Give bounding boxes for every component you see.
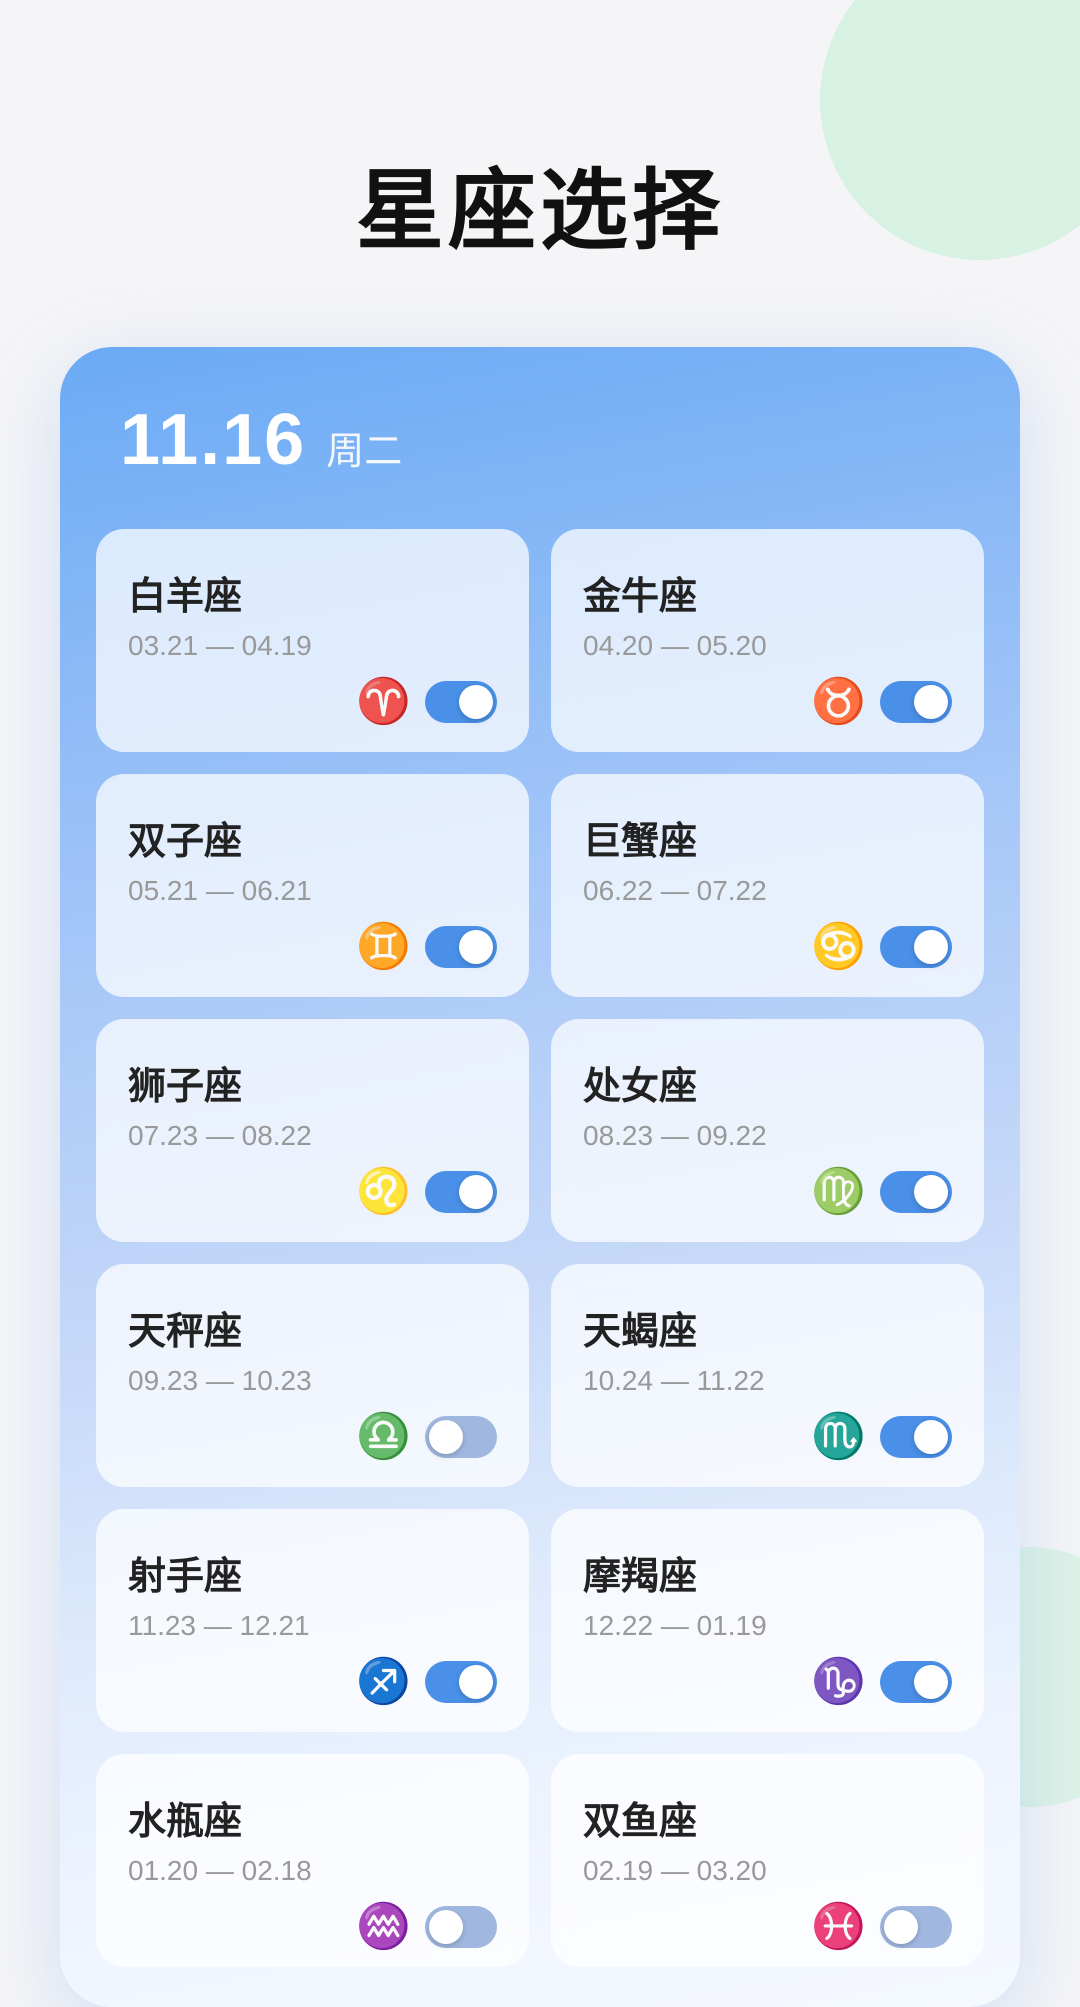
zodiac-dates-pisces: 02.19 — 03.20 <box>583 1855 952 1887</box>
zodiac-symbol-taurus: ♉ <box>811 680 866 724</box>
zodiac-name-scorpio: 天蝎座 <box>583 1300 952 1355</box>
zodiac-dates-virgo: 08.23 — 09.22 <box>583 1120 952 1152</box>
zodiac-grid: 白羊座 03.21 — 04.19 ♈ 金牛座 04.20 — 05.20 ♉ … <box>60 529 1020 1967</box>
zodiac-bottom-libra: ♎ <box>128 1415 497 1459</box>
zodiac-toggle-aries[interactable] <box>425 681 497 723</box>
zodiac-card-taurus[interactable]: 金牛座 04.20 — 05.20 ♉ <box>551 529 984 752</box>
page-title: 星座选择 <box>0 0 1080 347</box>
zodiac-bottom-pisces: ♓ <box>583 1905 952 1949</box>
zodiac-symbol-virgo: ♍ <box>811 1170 866 1214</box>
zodiac-name-gemini: 双子座 <box>128 810 497 865</box>
date-number: 11.16 <box>120 399 306 481</box>
zodiac-card-capricorn[interactable]: 摩羯座 12.22 — 01.19 ♑ <box>551 1509 984 1732</box>
zodiac-card-aquarius[interactable]: 水瓶座 01.20 — 02.18 ♒ <box>96 1754 529 1967</box>
zodiac-bottom-virgo: ♍ <box>583 1170 952 1214</box>
zodiac-bottom-capricorn: ♑ <box>583 1660 952 1704</box>
zodiac-dates-sagittarius: 11.23 — 12.21 <box>128 1610 497 1642</box>
zodiac-dates-scorpio: 10.24 — 11.22 <box>583 1365 952 1397</box>
zodiac-bottom-leo: ♌ <box>128 1170 497 1214</box>
zodiac-name-leo: 狮子座 <box>128 1055 497 1110</box>
zodiac-name-pisces: 双鱼座 <box>583 1790 952 1845</box>
zodiac-card-aries[interactable]: 白羊座 03.21 — 04.19 ♈ <box>96 529 529 752</box>
zodiac-name-aquarius: 水瓶座 <box>128 1790 497 1845</box>
zodiac-symbol-gemini: ♊ <box>356 925 411 969</box>
zodiac-toggle-leo[interactable] <box>425 1171 497 1213</box>
zodiac-dates-gemini: 05.21 — 06.21 <box>128 875 497 907</box>
zodiac-toggle-pisces[interactable] <box>880 1906 952 1948</box>
zodiac-bottom-taurus: ♉ <box>583 680 952 724</box>
zodiac-bottom-cancer: ♋ <box>583 925 952 969</box>
zodiac-card-libra[interactable]: 天秤座 09.23 — 10.23 ♎ <box>96 1264 529 1487</box>
card-header: 11.16 周二 <box>60 347 1020 529</box>
zodiac-name-sagittarius: 射手座 <box>128 1545 497 1600</box>
zodiac-dates-aquarius: 01.20 — 02.18 <box>128 1855 497 1887</box>
main-card: 11.16 周二 白羊座 03.21 — 04.19 ♈ 金牛座 04.20 —… <box>60 347 1020 2007</box>
zodiac-name-aries: 白羊座 <box>128 565 497 620</box>
zodiac-toggle-gemini[interactable] <box>425 926 497 968</box>
zodiac-bottom-sagittarius: ♐ <box>128 1660 497 1704</box>
zodiac-bottom-gemini: ♊ <box>128 925 497 969</box>
zodiac-toggle-virgo[interactable] <box>880 1171 952 1213</box>
zodiac-card-virgo[interactable]: 处女座 08.23 — 09.22 ♍ <box>551 1019 984 1242</box>
zodiac-symbol-scorpio: ♏ <box>811 1415 866 1459</box>
date-day: 周二 <box>326 420 402 475</box>
zodiac-toggle-scorpio[interactable] <box>880 1416 952 1458</box>
zodiac-symbol-cancer: ♋ <box>811 925 866 969</box>
zodiac-card-leo[interactable]: 狮子座 07.23 — 08.22 ♌ <box>96 1019 529 1242</box>
zodiac-toggle-capricorn[interactable] <box>880 1661 952 1703</box>
zodiac-symbol-aries: ♈ <box>356 680 411 724</box>
zodiac-toggle-sagittarius[interactable] <box>425 1661 497 1703</box>
zodiac-dates-taurus: 04.20 — 05.20 <box>583 630 952 662</box>
zodiac-card-cancer[interactable]: 巨蟹座 06.22 — 07.22 ♋ <box>551 774 984 997</box>
zodiac-card-pisces[interactable]: 双鱼座 02.19 — 03.20 ♓ <box>551 1754 984 1967</box>
zodiac-symbol-aquarius: ♒ <box>356 1905 411 1949</box>
zodiac-dates-libra: 09.23 — 10.23 <box>128 1365 497 1397</box>
zodiac-bottom-scorpio: ♏ <box>583 1415 952 1459</box>
zodiac-name-virgo: 处女座 <box>583 1055 952 1110</box>
zodiac-name-taurus: 金牛座 <box>583 565 952 620</box>
zodiac-symbol-libra: ♎ <box>356 1415 411 1459</box>
zodiac-dates-capricorn: 12.22 — 01.19 <box>583 1610 952 1642</box>
zodiac-name-cancer: 巨蟹座 <box>583 810 952 865</box>
card-date: 11.16 周二 <box>120 399 960 481</box>
zodiac-name-capricorn: 摩羯座 <box>583 1545 952 1600</box>
zodiac-symbol-pisces: ♓ <box>811 1905 866 1949</box>
zodiac-bottom-aries: ♈ <box>128 680 497 724</box>
zodiac-toggle-libra[interactable] <box>425 1416 497 1458</box>
zodiac-card-sagittarius[interactable]: 射手座 11.23 — 12.21 ♐ <box>96 1509 529 1732</box>
zodiac-toggle-aquarius[interactable] <box>425 1906 497 1948</box>
zodiac-symbol-capricorn: ♑ <box>811 1660 866 1704</box>
zodiac-card-scorpio[interactable]: 天蝎座 10.24 — 11.22 ♏ <box>551 1264 984 1487</box>
zodiac-card-gemini[interactable]: 双子座 05.21 — 06.21 ♊ <box>96 774 529 997</box>
zodiac-bottom-aquarius: ♒ <box>128 1905 497 1949</box>
zodiac-dates-leo: 07.23 — 08.22 <box>128 1120 497 1152</box>
zodiac-name-libra: 天秤座 <box>128 1300 497 1355</box>
zodiac-symbol-leo: ♌ <box>356 1170 411 1214</box>
zodiac-toggle-taurus[interactable] <box>880 681 952 723</box>
zodiac-dates-aries: 03.21 — 04.19 <box>128 630 497 662</box>
zodiac-symbol-sagittarius: ♐ <box>356 1660 411 1704</box>
zodiac-toggle-cancer[interactable] <box>880 926 952 968</box>
zodiac-dates-cancer: 06.22 — 07.22 <box>583 875 952 907</box>
